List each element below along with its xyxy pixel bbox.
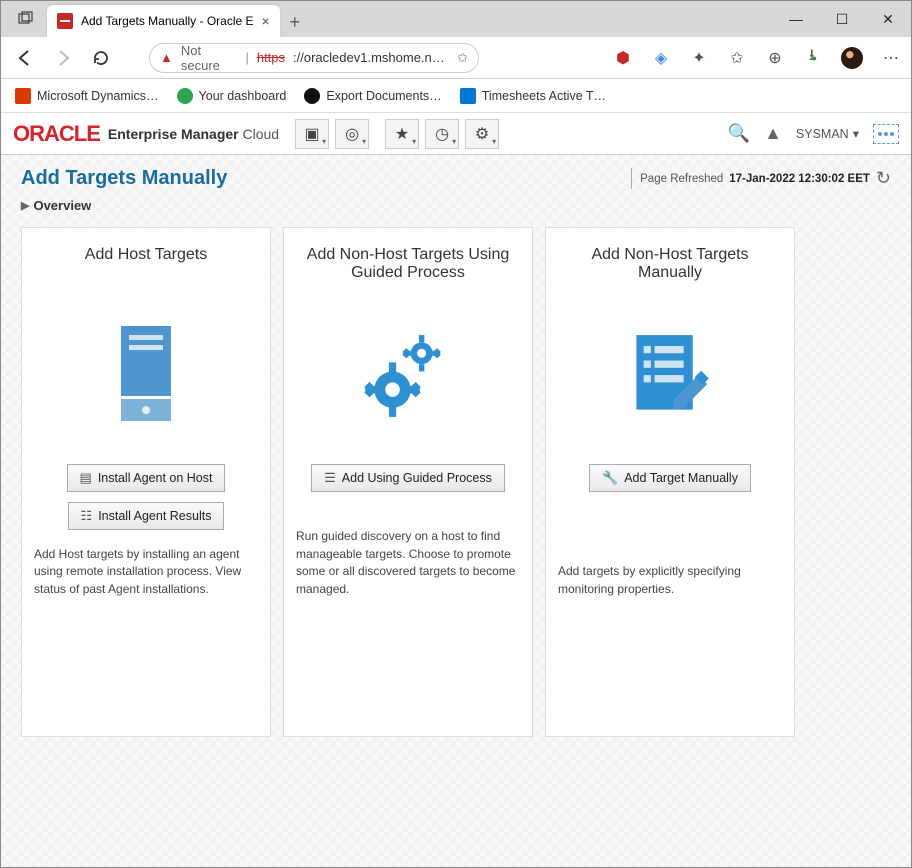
install-agent-on-host-button[interactable]: ▤Install Agent on Host [67,464,226,492]
bookmark-item[interactable]: Timesheets Active T… [460,88,606,104]
card-title: Add Non-Host Targets Manually [558,246,782,290]
add-using-guided-process-button[interactable]: ☰Add Using Guided Process [311,464,505,492]
agent-install-icon: ▤ [80,470,92,486]
forward-button[interactable] [49,44,77,72]
browser-tab[interactable]: Add Targets Manually - Oracle E × [47,5,280,37]
minimize-button[interactable]: — [773,1,819,37]
maximize-button[interactable]: ☐ [819,1,865,37]
app-header: ORACLE Enterprise Manager Cloud ▣▾ ◎▾ ★▾… [1,113,911,155]
close-window-button[interactable]: ✕ [865,1,911,37]
url-protocol: https [257,50,285,65]
page-refreshed: Page Refreshed 17-Jan-2022 12:30:02 EET↻ [631,168,891,189]
gears-icon [358,316,458,436]
card-title: Add Host Targets [85,246,207,290]
history-menu-button[interactable]: ◷▾ [425,119,459,149]
user-menu[interactable]: SYSMAN ▾ [796,126,859,141]
host-server-icon [96,316,196,436]
refresh-icon[interactable]: ↻ [876,168,891,189]
profile-avatar[interactable] [841,47,863,69]
not-secure-label: Not secure [181,43,238,73]
tabs-menu-icon[interactable] [11,4,41,34]
browser-menu-icon[interactable]: ⋯ [881,48,901,68]
wrench-icon: 🔧 [602,470,618,486]
overview-toggle[interactable]: ▶ Overview [1,198,911,221]
bookmark-item[interactable]: Your dashboard [177,88,287,104]
downloads-icon[interactable]: ⭳● [803,48,823,68]
notifications-icon[interactable]: ▲ [764,123,782,144]
app-more-icon[interactable] [873,124,899,144]
extensions-icon[interactable]: ✦ [689,48,709,68]
setup-menu-button[interactable]: ⚙▾ [465,119,499,149]
guided-process-icon: ☰ [324,470,336,486]
add-target-manually-button[interactable]: 🔧Add Target Manually [589,464,751,492]
bookmark-item[interactable]: Export Documents… [304,88,441,104]
address-bar: ▲ Not secure | https://oracledev1.mshome… [1,37,911,79]
card-add-host-targets: Add Host Targets ▤Install Agent on Host … [21,227,271,737]
brand-suffix: Enterprise Manager Cloud [108,126,279,142]
card-description: Add Host targets by installing an agent … [34,546,258,598]
card-title: Add Non-Host Targets Using Guided Proces… [296,246,520,290]
reload-button[interactable] [87,44,115,72]
targets-menu-button[interactable]: ◎▾ [335,119,369,149]
card-guided-process: Add Non-Host Targets Using Guided Proces… [283,227,533,737]
ublock-icon[interactable]: ⬢ [613,48,633,68]
close-tab-icon[interactable]: × [262,13,270,29]
oracle-logo: ORACLE [13,121,100,147]
tab-title: Add Targets Manually - Oracle E [81,14,254,28]
install-agent-results-button[interactable]: ☷Install Agent Results [68,502,225,530]
warning-icon: ▲ [160,50,173,65]
form-edit-icon [620,316,720,436]
new-tab-button[interactable]: + [280,7,310,37]
bookmark-star-icon[interactable]: ✩ [457,50,468,66]
window-controls: — ☐ ✕ [773,1,911,37]
card-manual-targets: Add Non-Host Targets Manually 🔧Add Targe… [545,227,795,737]
favorites-menu-button[interactable]: ★▾ [385,119,419,149]
search-icon[interactable]: 🔍 [728,123,750,144]
collections-icon[interactable]: ⊕ [765,48,785,68]
collapse-triangle-icon: ▶ [21,199,29,212]
bookmarks-bar: Microsoft Dynamics… Your dashboard Expor… [1,79,911,113]
oracle-favicon-icon [57,13,73,29]
card-description: Run guided discovery on a host to find m… [296,528,520,598]
browser-title-bar: Add Targets Manually - Oracle E × + — ☐ … [1,1,911,37]
url-field[interactable]: ▲ Not secure | https://oracledev1.mshome… [149,43,479,73]
back-button[interactable] [11,44,39,72]
shield-icon[interactable]: ◈ [651,48,671,68]
url-text: ://oracledev1.mshome.net:7… [293,50,449,65]
page-title: Add Targets Manually [21,167,227,190]
enterprise-menu-button[interactable]: ▣▾ [295,119,329,149]
results-icon: ☷ [81,508,93,524]
card-description: Add targets by explicitly specifying mon… [558,563,782,598]
bookmark-item[interactable]: Microsoft Dynamics… [15,88,159,104]
favorites-icon[interactable]: ✩ [727,48,747,68]
